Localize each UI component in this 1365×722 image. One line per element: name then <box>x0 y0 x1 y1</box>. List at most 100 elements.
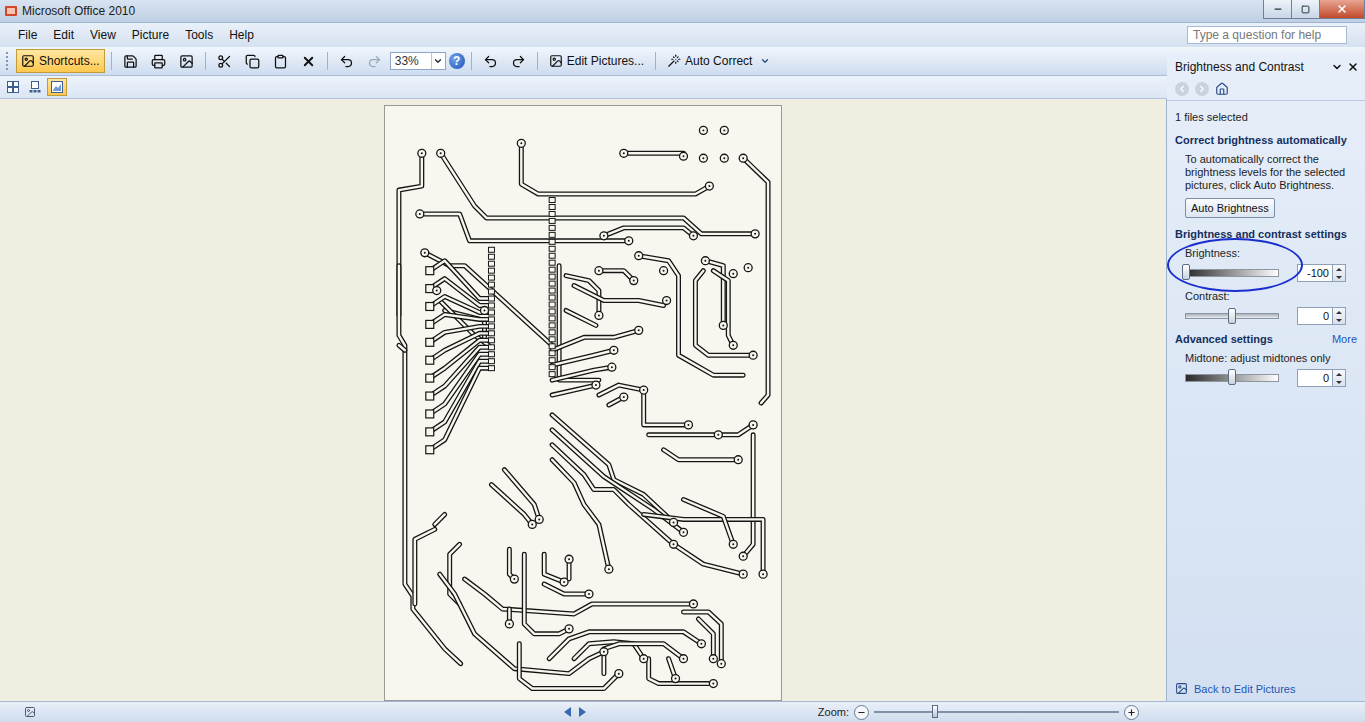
pcb-pad <box>739 552 747 560</box>
ic-pin <box>549 372 555 377</box>
close-button[interactable] <box>1319 0 1365 19</box>
pcb-pad <box>663 297 671 305</box>
spin-down-button[interactable] <box>1333 378 1345 386</box>
spin-up-button[interactable] <box>1333 370 1345 378</box>
view-button[interactable] <box>3 78 23 96</box>
rotate-right-button[interactable] <box>506 49 531 73</box>
annotation-ellipse <box>1167 238 1303 292</box>
menu-item[interactable]: File <box>10 26 45 44</box>
zoom-in-button[interactable] <box>1124 705 1139 720</box>
auto-brightness-button[interactable]: Auto Brightness <box>1185 198 1275 218</box>
paste-button[interactable] <box>268 49 293 73</box>
value-field[interactable]: -100 <box>1297 264 1333 282</box>
undo-button[interactable] <box>334 49 359 73</box>
ic-pin <box>549 351 555 356</box>
minimize-button[interactable] <box>1263 0 1292 19</box>
ic-pin <box>488 324 494 329</box>
section-heading: Correct brightness automatically <box>1175 134 1357 147</box>
pcb-trace <box>713 271 733 346</box>
pcb-pad <box>701 257 709 265</box>
zoom-combo[interactable]: 33% <box>390 52 446 70</box>
export-button[interactable] <box>174 49 199 73</box>
clipboard-icon <box>273 54 288 69</box>
pcb-pad <box>759 570 767 578</box>
slider-thumb[interactable] <box>1228 308 1236 324</box>
zoom-slider-thumb[interactable] <box>932 705 938 718</box>
value-field[interactable]: 0 <box>1297 369 1333 387</box>
ic-pin <box>549 267 555 272</box>
zoom-slider[interactable] <box>874 711 1119 713</box>
slider-track[interactable] <box>1185 374 1279 382</box>
previous-picture-icon[interactable] <box>564 707 572 717</box>
pcb-trace <box>664 450 739 460</box>
home-icon[interactable] <box>1215 82 1229 96</box>
spin-up-button[interactable] <box>1333 308 1345 316</box>
pcb-pad <box>517 139 525 147</box>
connector-pad <box>426 392 434 400</box>
connector-pad <box>426 428 434 436</box>
pane-menu-icon[interactable] <box>1331 61 1343 73</box>
delete-button[interactable] <box>296 49 321 73</box>
pcb-pad <box>749 351 757 359</box>
ic-pin <box>549 344 555 349</box>
back-to-edit-pictures-link[interactable]: Back to Edit Pictures <box>1194 683 1296 695</box>
edit-pictures-button[interactable]: Edit Pictures... <box>544 49 649 73</box>
next-picture-icon[interactable] <box>578 707 586 717</box>
menu-item[interactable]: View <box>82 26 124 44</box>
slider-thumb[interactable] <box>1182 264 1190 280</box>
zoom-out-button[interactable] <box>854 705 869 720</box>
menu-item[interactable]: Tools <box>177 26 221 44</box>
copy-button[interactable] <box>240 49 265 73</box>
pcb-pad <box>418 149 426 157</box>
spin-down-button[interactable] <box>1333 273 1345 281</box>
menu-item[interactable]: Picture <box>124 26 177 44</box>
pcb-pad <box>717 660 725 668</box>
pcb-pad <box>635 252 643 260</box>
forward-button[interactable] <box>1195 82 1209 96</box>
help-button[interactable]: ? <box>449 53 465 69</box>
back-arrow-icon <box>1177 84 1187 94</box>
pcb-pad <box>595 311 603 319</box>
slider-track[interactable] <box>1185 313 1279 319</box>
value-spinner[interactable]: 0 <box>1297 307 1346 325</box>
ic-pin <box>549 205 555 210</box>
redo-button[interactable] <box>362 49 387 73</box>
menu-item[interactable]: Edit <box>45 26 82 44</box>
shortcuts-button[interactable]: Shortcuts... <box>16 49 105 73</box>
pcb-pad <box>565 555 573 563</box>
menu-bar: FileEditViewPictureToolsHelp Type a quest… <box>0 23 1365 47</box>
ic-pin <box>549 316 555 321</box>
view-button[interactable] <box>25 78 45 96</box>
save-button[interactable] <box>118 49 143 73</box>
menu-item[interactable]: Help <box>221 26 262 44</box>
more-link[interactable]: More <box>1332 333 1357 345</box>
pcb-trace <box>552 445 743 574</box>
print-button[interactable] <box>146 49 171 73</box>
value-spinner[interactable]: -100 <box>1297 264 1346 282</box>
value-field[interactable]: 0 <box>1297 307 1333 325</box>
pcb-pad <box>640 655 648 663</box>
spin-down-button[interactable] <box>1333 316 1345 324</box>
slider-track[interactable] <box>1185 269 1279 277</box>
zoom-out-icon <box>857 708 866 717</box>
pcb-pad <box>670 518 678 526</box>
help-search-field[interactable]: Type a question for help <box>1187 26 1347 44</box>
pcb-pad <box>620 149 628 157</box>
pcb-trace <box>521 143 709 194</box>
ic-pin <box>549 211 555 216</box>
pcb-pad <box>416 210 424 218</box>
restore-button[interactable] <box>1291 0 1320 19</box>
toolbar-options-icon[interactable] <box>760 56 770 66</box>
rotate-left-button[interactable] <box>478 49 503 73</box>
pcb-trace <box>644 514 763 574</box>
pcb-pad <box>640 386 648 394</box>
back-button[interactable] <box>1175 82 1189 96</box>
value-spinner[interactable]: 0 <box>1297 369 1346 387</box>
pane-close-icon[interactable] <box>1347 61 1359 73</box>
slider-thumb[interactable] <box>1228 369 1236 385</box>
view-button[interactable] <box>47 78 67 96</box>
save-icon <box>123 54 138 69</box>
spin-up-button[interactable] <box>1333 265 1345 273</box>
auto-correct-button[interactable]: Auto Correct <box>662 49 757 73</box>
cut-button[interactable] <box>212 49 237 73</box>
